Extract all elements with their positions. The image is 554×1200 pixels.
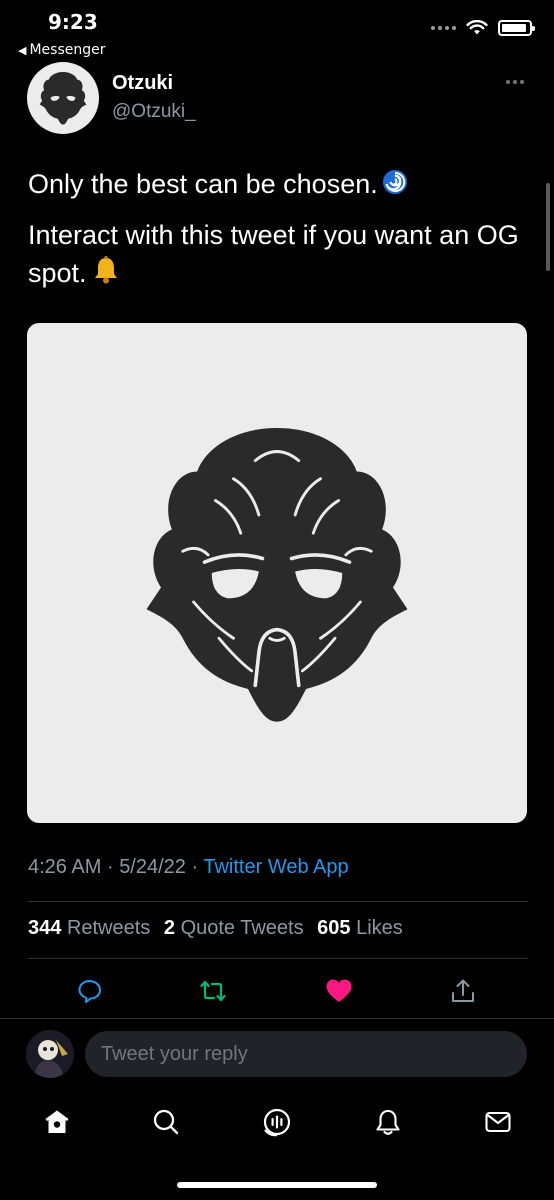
retweets-stat[interactable]: 344 Retweets — [28, 917, 150, 939]
tweet-image[interactable] — [27, 323, 527, 823]
tweet-sentence-1: Only the best can be chosen. — [28, 169, 378, 199]
spaces-icon — [263, 1108, 291, 1137]
messages-icon — [485, 1111, 511, 1133]
reply-input[interactable] — [85, 1031, 527, 1077]
quote-tweets-count: 2 — [163, 917, 175, 939]
tweet-text-line-2: Interact with this tweet if you want an … — [28, 216, 538, 295]
user-avatar-image — [26, 1030, 74, 1078]
back-app-label: Messenger — [29, 42, 106, 58]
reply-button[interactable] — [73, 974, 107, 1008]
nav-messages-button[interactable] — [478, 1102, 518, 1142]
like-button[interactable] — [322, 974, 356, 1008]
tweet-stats: 344 Retweets 2 Quote Tweets 605 Likes — [28, 917, 403, 940]
nav-notifications-button[interactable] — [368, 1102, 408, 1142]
status-indicators — [431, 20, 535, 36]
retweet-button[interactable] — [196, 974, 230, 1008]
status-time: 9:23 — [48, 10, 98, 34]
retweets-label: Retweets — [66, 917, 151, 939]
bell-emoji-icon — [91, 255, 121, 295]
likes-count: 605 — [317, 917, 351, 939]
mask-logo-icon — [39, 72, 87, 125]
divider — [0, 1018, 554, 1019]
tweet-time: 4:26 AM — [28, 856, 102, 878]
tweet-timestamp: 4:26 AM · 5/24/22 · Twitter Web App — [28, 856, 349, 879]
wifi-icon — [466, 20, 488, 35]
divider — [28, 901, 528, 902]
back-arrow-icon: ◀ — [18, 44, 27, 57]
reply-icon — [78, 980, 101, 1003]
tweet-text-line-1: Only the best can be chosen. — [28, 165, 538, 205]
likes-stat[interactable]: 605 Likes — [317, 917, 403, 939]
like-icon — [326, 979, 352, 1002]
retweet-icon — [200, 980, 226, 1002]
nav-search-button[interactable] — [146, 1102, 186, 1142]
nav-spaces-button[interactable] — [257, 1102, 297, 1142]
signal-icon — [431, 26, 456, 30]
tweet-source-link[interactable]: Twitter Web App — [203, 856, 348, 878]
search-icon — [153, 1109, 179, 1135]
cyclone-emoji-icon — [382, 167, 408, 205]
home-icon — [45, 1110, 69, 1133]
meta-separator: · — [106, 856, 114, 878]
notifications-icon — [376, 1109, 400, 1135]
current-user-avatar[interactable] — [26, 1030, 74, 1078]
divider — [28, 958, 528, 959]
nav-home-button[interactable] — [37, 1102, 77, 1142]
mask-logo-image — [146, 428, 408, 722]
share-icon — [452, 979, 474, 1002]
author-handle[interactable]: @Otzuki_ — [112, 101, 196, 123]
meta-separator: · — [191, 856, 199, 878]
likes-label: Likes — [356, 917, 403, 939]
quote-tweets-stat[interactable]: 2 Quote Tweets — [164, 917, 304, 939]
scrollbar[interactable] — [546, 183, 550, 271]
back-to-app-link[interactable]: ◀ Messenger — [18, 42, 106, 58]
retweets-count: 344 — [28, 917, 62, 939]
author-avatar[interactable] — [27, 62, 99, 134]
more-options-icon[interactable] — [506, 80, 524, 84]
tweet-date: 5/24/22 — [119, 856, 186, 878]
author-display-name[interactable]: Otzuki — [112, 72, 173, 95]
share-button[interactable] — [446, 974, 480, 1008]
quote-tweets-label: Quote Tweets — [180, 917, 304, 939]
battery-icon — [498, 20, 535, 36]
home-indicator[interactable] — [177, 1182, 377, 1188]
